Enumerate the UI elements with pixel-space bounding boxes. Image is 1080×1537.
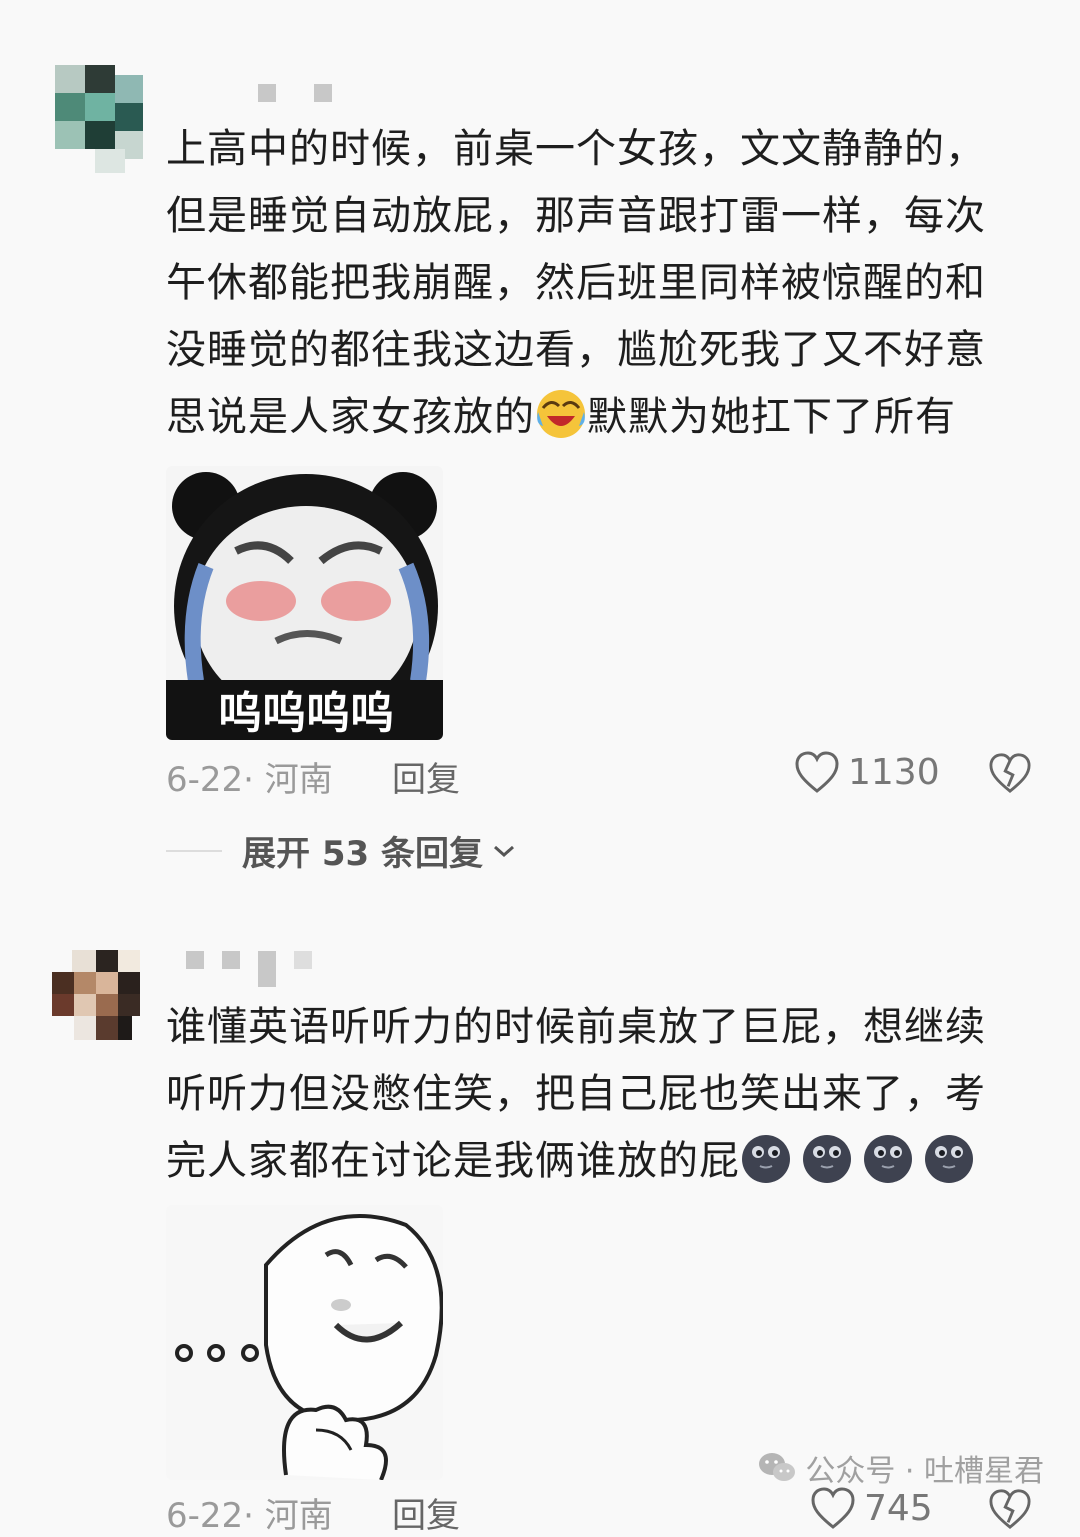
broken-heart-icon: [989, 753, 1031, 793]
comment-text-tail: 默默为她扛下了所有: [587, 394, 956, 440]
emoji-row: [740, 1135, 984, 1184]
comment-text: 谁懂英语听听力的时候前桌放了巨屁，想继续听听力但没憋住笑，把自己屁也笑出来了，考…: [166, 994, 1016, 1195]
crying-panda-icon: 呜呜呜呜: [166, 466, 443, 740]
comment-text: 上高中的时候，前桌一个女孩，文文静静的，但是睡觉自动放屁，那声音跟打雷一样，每次…: [166, 116, 1016, 451]
reply-button[interactable]: 回复: [392, 752, 460, 801]
dislike-button[interactable]: [988, 1488, 1032, 1534]
wechat-icon: [759, 1453, 796, 1481]
thinking-face-icon: [166, 1205, 443, 1480]
heart-icon: [811, 1487, 855, 1529]
divider: [166, 849, 222, 852]
heart-icon: [795, 751, 839, 793]
like-count: 1130: [848, 751, 940, 793]
laughing-crying-emoji-icon: [537, 390, 585, 438]
watermark: 公众号 · 吐槽星君: [757, 1446, 1044, 1490]
dark-face-emoji-icon: [925, 1135, 973, 1183]
comment-date-location: 6-22· 河南: [166, 760, 333, 800]
avatar[interactable]: [55, 65, 145, 175]
dislike-button[interactable]: [988, 752, 1032, 798]
like-button[interactable]: 1130: [794, 750, 940, 794]
sticker-caption: 呜呜呜呜: [218, 688, 394, 739]
reply-button[interactable]: 回复: [392, 1488, 460, 1537]
comment-date-location: 6-22· 河南: [166, 1496, 333, 1536]
expand-replies-label: 展开 53 条回复: [242, 834, 483, 874]
like-count: 745: [864, 1487, 933, 1529]
thinking-face-sticker[interactable]: [166, 1205, 443, 1480]
watermark-label: 公众号 · 吐槽星君: [805, 1454, 1044, 1489]
dark-face-emoji-icon: [803, 1135, 851, 1183]
broken-heart-icon: [989, 1489, 1031, 1529]
chevron-down-icon: [494, 845, 514, 857]
dark-face-emoji-icon: [742, 1135, 790, 1183]
crying-panda-sticker[interactable]: 呜呜呜呜: [166, 466, 443, 740]
expand-replies-button[interactable]: 展开 53 条回复: [166, 826, 517, 875]
like-button[interactable]: 745: [810, 1486, 933, 1530]
avatar[interactable]: [52, 950, 142, 1060]
dark-face-emoji-icon: [864, 1135, 912, 1183]
